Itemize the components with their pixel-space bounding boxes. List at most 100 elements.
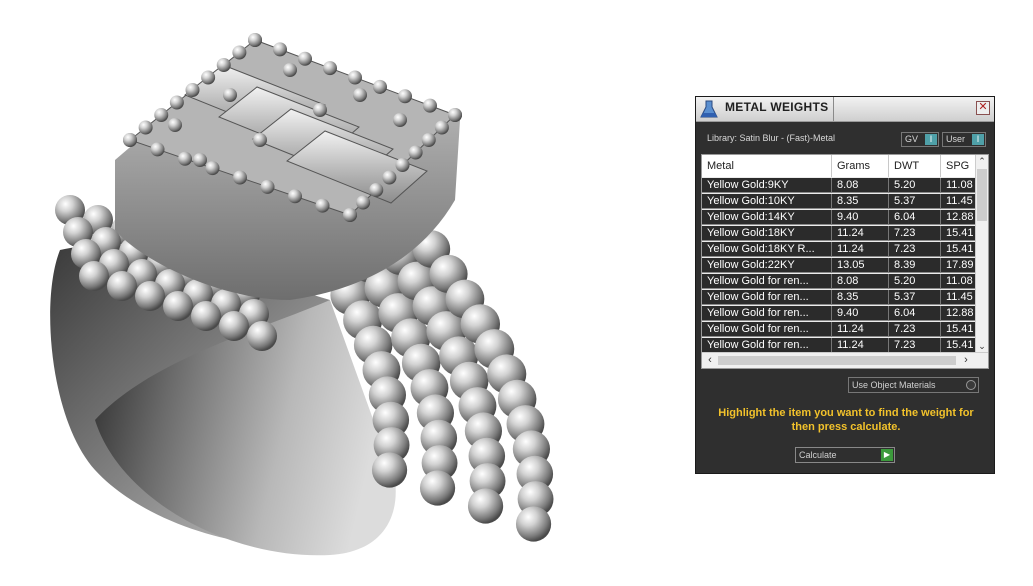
column-header-grams[interactable]: Grams (832, 155, 889, 177)
prong-bead (373, 79, 387, 94)
bead (419, 470, 456, 506)
column-header-dwt[interactable]: DWT (889, 155, 941, 177)
prong-bead (150, 142, 165, 157)
table-cell: 8.35 (832, 194, 889, 209)
3d-viewport[interactable] (0, 0, 680, 586)
prong-bead (205, 161, 220, 176)
use-object-materials-toggle[interactable]: Use Object Materials (848, 377, 979, 393)
table-cell: 8.08 (832, 178, 889, 193)
metal-weights-panel: METAL WEIGHTS ✕ Library: Satin Blur - (F… (695, 96, 995, 474)
column-header-spg[interactable]: SPG (941, 155, 978, 177)
table-cell: 11.08 (941, 274, 978, 289)
table-cell: 8.35 (832, 290, 889, 305)
table-cell: Yellow Gold for ren... (702, 306, 832, 321)
prong-bead (283, 63, 297, 77)
prong-bead (348, 70, 362, 85)
bead (163, 291, 193, 321)
table-cell: 9.40 (832, 210, 889, 225)
table-cell: 5.37 (889, 194, 941, 209)
table-cell: 11.24 (832, 242, 889, 257)
bead (371, 452, 408, 488)
table-cell: Yellow Gold for ren... (702, 290, 832, 305)
table-cell: 15.41 (941, 322, 978, 337)
horizontal-scroll-thumb[interactable] (718, 356, 956, 365)
table-cell: 15.41 (941, 226, 978, 241)
table-cell: 7.23 (889, 338, 941, 353)
table-cell: Yellow Gold:14KY (702, 210, 832, 225)
table-cell: 11.24 (832, 226, 889, 241)
table-cell: 6.04 (889, 306, 941, 321)
prong-bead (323, 61, 337, 76)
table-row[interactable]: Yellow Gold for ren... 8.35 5.37 11.45 (702, 290, 978, 305)
prong-bead (193, 153, 207, 167)
table-cell: 7.23 (889, 242, 941, 257)
gv-toggle-label: GV (905, 134, 919, 144)
horizontal-scrollbar[interactable]: ‹ › (702, 352, 988, 368)
radio-icon (966, 380, 976, 390)
library-label: Library: Satin Blur - (Fast)-Metal (707, 133, 836, 143)
table-row[interactable]: Yellow Gold:18KY 11.24 7.23 15.41 (702, 226, 978, 241)
table-cell: Yellow Gold for ren... (702, 322, 832, 337)
vertical-scroll-thumb[interactable] (977, 169, 987, 221)
prong-bead (123, 133, 137, 147)
gv-toggle-knob: I (925, 134, 937, 145)
scroll-right-icon[interactable]: › (960, 354, 972, 366)
prong-bead (154, 108, 169, 122)
table-row[interactable]: Yellow Gold for ren... 9.40 6.04 12.88 (702, 306, 978, 321)
table-cell: 5.20 (889, 274, 941, 289)
bead (515, 506, 552, 542)
table-header: Metal Grams DWT SPG (702, 155, 978, 177)
table-cell: 7.23 (889, 322, 941, 337)
prong-bead (216, 58, 231, 72)
column-header-metal[interactable]: Metal (702, 155, 832, 177)
user-toggle[interactable]: User I (942, 132, 986, 147)
prong-bead (260, 179, 275, 194)
table-row[interactable]: Yellow Gold for ren... 11.24 7.23 15.41 (702, 322, 978, 337)
scroll-down-icon[interactable]: ⌄ (977, 340, 987, 352)
bead (247, 321, 277, 351)
table-cell: 7.23 (889, 226, 941, 241)
table-row[interactable]: Yellow Gold:9KY 8.08 5.20 11.08 (702, 178, 978, 193)
table-cell: 8.08 (832, 274, 889, 289)
scroll-left-icon[interactable]: ‹ (704, 354, 716, 366)
table-row[interactable]: Yellow Gold for ren... 11.24 7.23 15.41 (702, 338, 978, 353)
table-cell: 17.89 (941, 258, 978, 273)
table-row[interactable]: Yellow Gold:10KY 8.35 5.37 11.45 (702, 194, 978, 209)
scroll-up-icon[interactable]: ⌃ (977, 155, 987, 167)
table-row[interactable]: Yellow Gold for ren... 8.08 5.20 11.08 (702, 274, 978, 289)
prong-bead (185, 83, 200, 97)
close-button[interactable]: ✕ (976, 101, 990, 115)
gv-toggle[interactable]: GV I (901, 132, 939, 147)
bead (135, 281, 165, 311)
table-row[interactable]: Yellow Gold:22KY 13.05 8.39 17.89 (702, 258, 978, 273)
instruction-text: Highlight the item you want to find the … (718, 407, 974, 433)
prong-bead (233, 170, 247, 185)
table-row[interactable]: Yellow Gold:14KY 9.40 6.04 12.88 (702, 210, 978, 225)
calculate-button[interactable]: Calculate ▶ (795, 447, 895, 463)
calculate-label: Calculate (799, 450, 837, 460)
flask-icon (700, 100, 718, 118)
table-cell: 11.24 (832, 338, 889, 353)
prong-bead (169, 95, 184, 110)
table-cell: Yellow Gold:22KY (702, 258, 832, 273)
prong-bead (223, 88, 237, 102)
table-cell: 15.41 (941, 338, 978, 353)
table-cell: Yellow Gold:18KY R... (702, 242, 832, 257)
prong-bead (315, 198, 330, 213)
prong-bead (288, 189, 302, 204)
vertical-scrollbar[interactable]: ⌃ ⌄ (975, 155, 988, 352)
user-toggle-label: User (946, 134, 966, 144)
table-cell: 13.05 (832, 258, 889, 273)
play-arrow-icon: ▶ (881, 449, 893, 461)
table-cell: 5.37 (889, 290, 941, 305)
prong-bead (395, 158, 410, 172)
prong-bead (253, 133, 267, 147)
prong-bead (313, 103, 327, 117)
prong-bead (434, 120, 449, 135)
table-cell: 11.24 (832, 322, 889, 337)
prong-bead (178, 151, 192, 166)
panel-titlebar[interactable]: METAL WEIGHTS ✕ (696, 97, 994, 122)
table-cell: 6.04 (889, 210, 941, 225)
table-row[interactable]: Yellow Gold:18KY R... 11.24 7.23 15.41 (702, 242, 978, 257)
table-cell: 8.39 (889, 258, 941, 273)
